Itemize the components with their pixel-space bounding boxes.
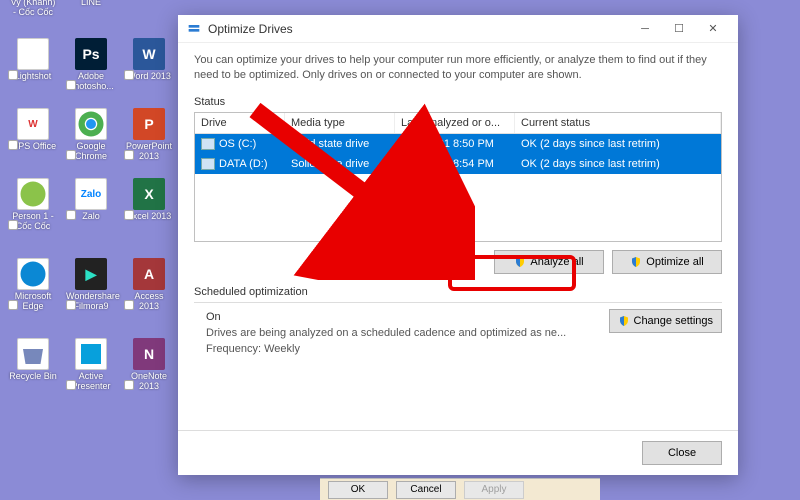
app-tile [17,178,49,210]
button-label: Optimize all [646,256,703,268]
desktop-icon[interactable]: N OneNote 2013 [124,338,174,392]
drive-list-header[interactable]: Drive Media type Last analyzed or o... C… [195,113,721,134]
app-tile: A [133,258,165,290]
divider [194,302,722,303]
desktop-icon[interactable]: Microsoft Edge [8,258,58,312]
drive-icon [201,138,215,150]
desktop-icon[interactable]: Recycle Bin [8,338,58,382]
drive-list[interactable]: Drive Media type Last analyzed or o... C… [194,112,722,242]
app-tile: ▶ [75,258,107,290]
desktop-icon[interactable]: Lightshot [8,38,58,82]
apply-button[interactable]: Apply [464,481,524,499]
app-tile [17,38,49,70]
app-tile: Ps [75,38,107,70]
close-dialog-button[interactable]: Close [642,441,722,465]
annotation-highlight-box [448,255,576,291]
desktop-icon[interactable]: Google Chrome [66,108,116,162]
desktop-icon[interactable]: P PowerPoint 2013 [124,108,174,162]
underlying-dialog-buttons: OK Cancel Apply [320,478,600,500]
drive-row[interactable]: OS (C:) Solid state drive 9/15/2021 8:50… [195,134,721,154]
drive-last: 9/15/2021 8:54 PM [395,156,515,172]
desktop-icon[interactable]: A Access 2013 [124,258,174,312]
column-header-status[interactable]: Current status [515,113,721,133]
scheduled-frequency: Frequency: Weekly [206,343,722,355]
button-label: Close [668,447,696,459]
desktop-icon[interactable]: Person 1 - Cốc Cốc [8,178,58,232]
app-tile [17,258,49,290]
app-tile: W [133,38,165,70]
app-tile: P [133,108,165,140]
desktop-icon[interactable]: Vy (Khanh) - Cốc Cốc [8,0,58,18]
uac-shield-icon [630,256,642,268]
description-text: You can optimize your drives to help you… [194,53,722,84]
app-tile: N [133,338,165,370]
maximize-button[interactable]: ☐ [662,15,696,43]
dialog-footer: Close [178,430,738,475]
desktop-icon[interactable]: Zalo Zalo [66,178,116,222]
desktop-icon[interactable]: W WPS Office [8,108,58,152]
desktop: Vy (Khanh) - Cốc Cốc LINE Lightshot Ps A… [0,0,170,500]
drive-icon [201,158,215,170]
drive-media: Solid state drive [285,136,395,152]
drive-status: OK (2 days since last retrim) [515,156,721,172]
desktop-icon[interactable]: LINE [66,0,116,8]
drive-status: OK (2 days since last retrim) [515,136,721,152]
column-header-media[interactable]: Media type [285,113,395,133]
recycle-bin-icon [17,338,49,370]
app-tile: X [133,178,165,210]
window-title: Optimize Drives [208,22,628,36]
column-header-drive[interactable]: Drive [195,113,285,133]
drive-row[interactable]: DATA (D:) Solid state drive 9/15/2021 8:… [195,154,721,174]
desktop-icon[interactable]: X Excel 2013 [124,178,174,222]
cancel-button[interactable]: Cancel [396,481,456,499]
optimize-all-button[interactable]: Optimize all [612,250,722,274]
app-icon [186,21,202,37]
column-header-last[interactable]: Last analyzed or o... [395,113,515,133]
desktop-icon[interactable]: Ps Adobe Photosho... [66,38,116,92]
drive-media: Solid state drive [285,156,395,172]
drive-name: DATA (D:) [219,158,267,170]
button-label: Change settings [634,315,714,327]
app-tile: Zalo [75,178,107,210]
titlebar[interactable]: Optimize Drives ─ ☐ ✕ [178,15,738,43]
uac-shield-icon [618,315,630,327]
optimize-drives-window: Optimize Drives ─ ☐ ✕ You can optimize y… [178,15,738,475]
app-tile [75,108,107,140]
drive-last: 9/15/2021 8:50 PM [395,136,515,152]
desktop-icon[interactable]: Active Presenter [66,338,116,392]
app-tile [75,338,107,370]
app-tile: W [17,108,49,140]
drive-name: OS (C:) [219,138,256,150]
minimize-button[interactable]: ─ [628,15,662,43]
close-button[interactable]: ✕ [696,15,730,43]
desktop-icon[interactable]: ▶ Wondershare Filmora9 [66,258,116,312]
status-heading: Status [194,96,722,108]
change-settings-button[interactable]: Change settings [609,309,723,333]
desktop-icon[interactable]: W Word 2013 [124,38,174,82]
ok-button[interactable]: OK [328,481,388,499]
